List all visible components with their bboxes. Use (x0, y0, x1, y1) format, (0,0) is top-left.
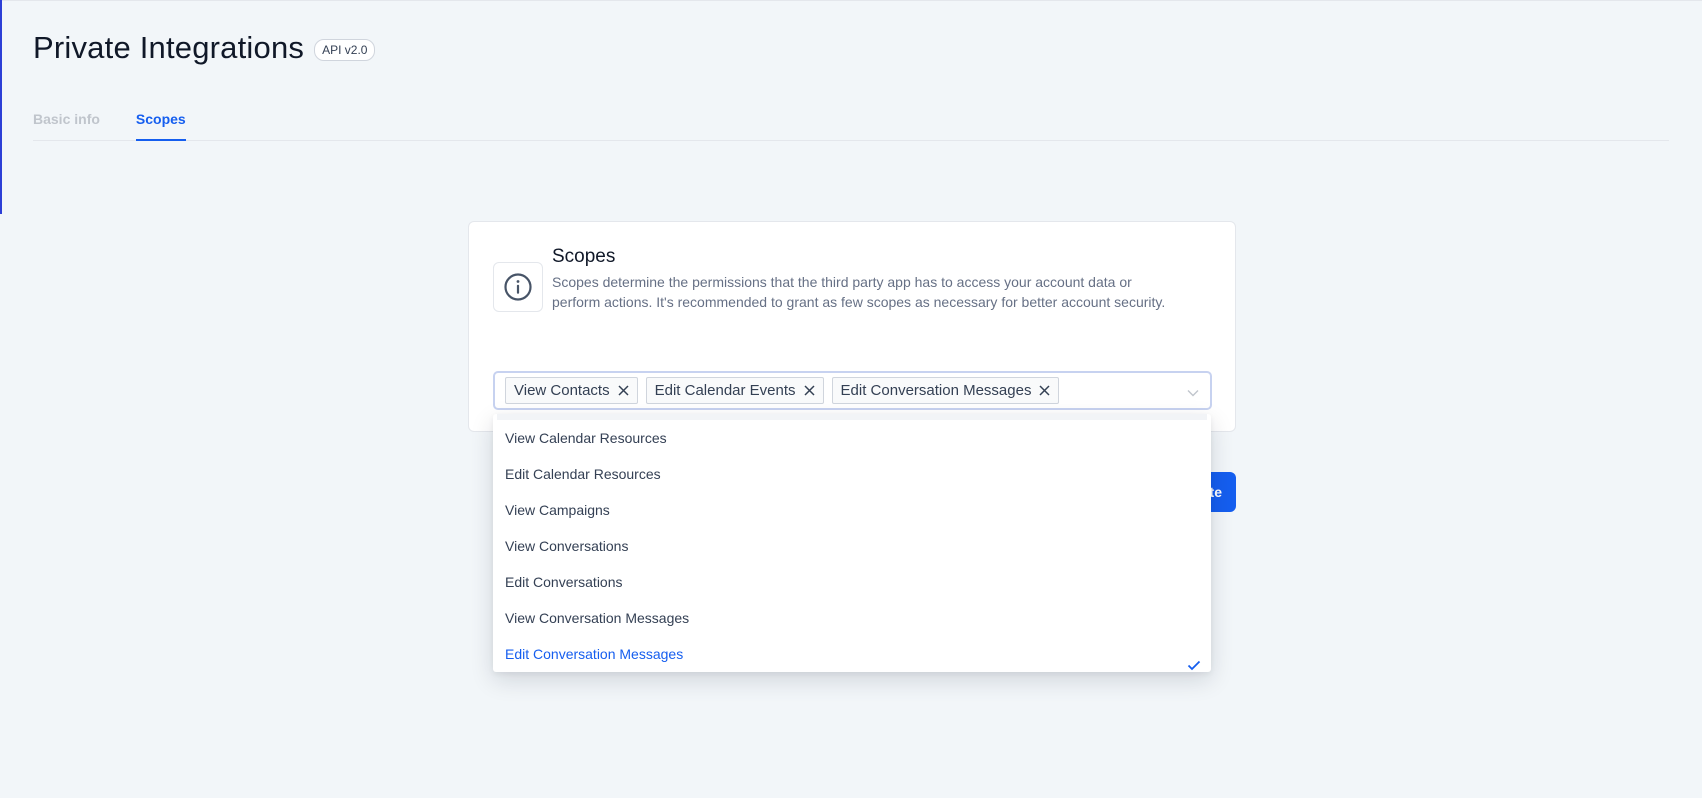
top-border (0, 0, 1702, 1)
scopes-multiselect[interactable]: View Contacts Edit Calendar Events Edit … (493, 371, 1212, 410)
close-icon[interactable] (1039, 385, 1050, 396)
scope-tag-label: Edit Calendar Events (654, 382, 796, 399)
dropdown-option[interactable]: View Campaigns (493, 492, 1211, 528)
scope-tag: Edit Calendar Events (645, 377, 824, 404)
close-icon[interactable] (804, 385, 815, 396)
scope-tag: View Contacts (505, 377, 638, 404)
page-title: Private Integrations (33, 30, 305, 65)
tab-scopes[interactable]: Scopes (135, 108, 186, 141)
close-icon[interactable] (618, 385, 629, 396)
scope-tag: Edit Conversation Messages (831, 377, 1060, 404)
scope-tag-label: View Contacts (514, 382, 610, 399)
dropdown-option[interactable]: View Calendar Resources (493, 420, 1211, 456)
dropdown-option[interactable]: View Conversation Messages (493, 600, 1211, 636)
tab-bar: Basic info Scopes (33, 108, 1669, 141)
page-header: Private Integrations API v2.0 (33, 30, 376, 66)
scopes-title: Scopes (552, 246, 616, 267)
dropdown-option-selected[interactable]: Edit Conversation Messages (493, 636, 1211, 672)
dropdown-option[interactable]: Edit Conversations (493, 564, 1211, 600)
dropdown-option[interactable]: Edit Calendar Resources (493, 456, 1211, 492)
left-accent-bar (0, 0, 2, 214)
tab-basic-info[interactable]: Basic info (33, 108, 100, 141)
scopes-description: Scopes determine the permissions that th… (552, 274, 1166, 310)
dropdown-option[interactable]: View Conversations (493, 528, 1211, 564)
scopes-dropdown-menu: View Calendar Resources Edit Calendar Re… (493, 414, 1211, 672)
chevron-down-icon[interactable] (1186, 385, 1200, 403)
api-version-badge: API v2.0 (314, 38, 376, 61)
check-icon (1187, 648, 1201, 672)
scope-tag-label: Edit Conversation Messages (840, 382, 1032, 399)
scopes-card: Scopes Scopes determine the permissions … (468, 221, 1236, 432)
info-icon (493, 262, 543, 312)
dropdown-option-label: Edit Conversation Messages (505, 646, 684, 662)
